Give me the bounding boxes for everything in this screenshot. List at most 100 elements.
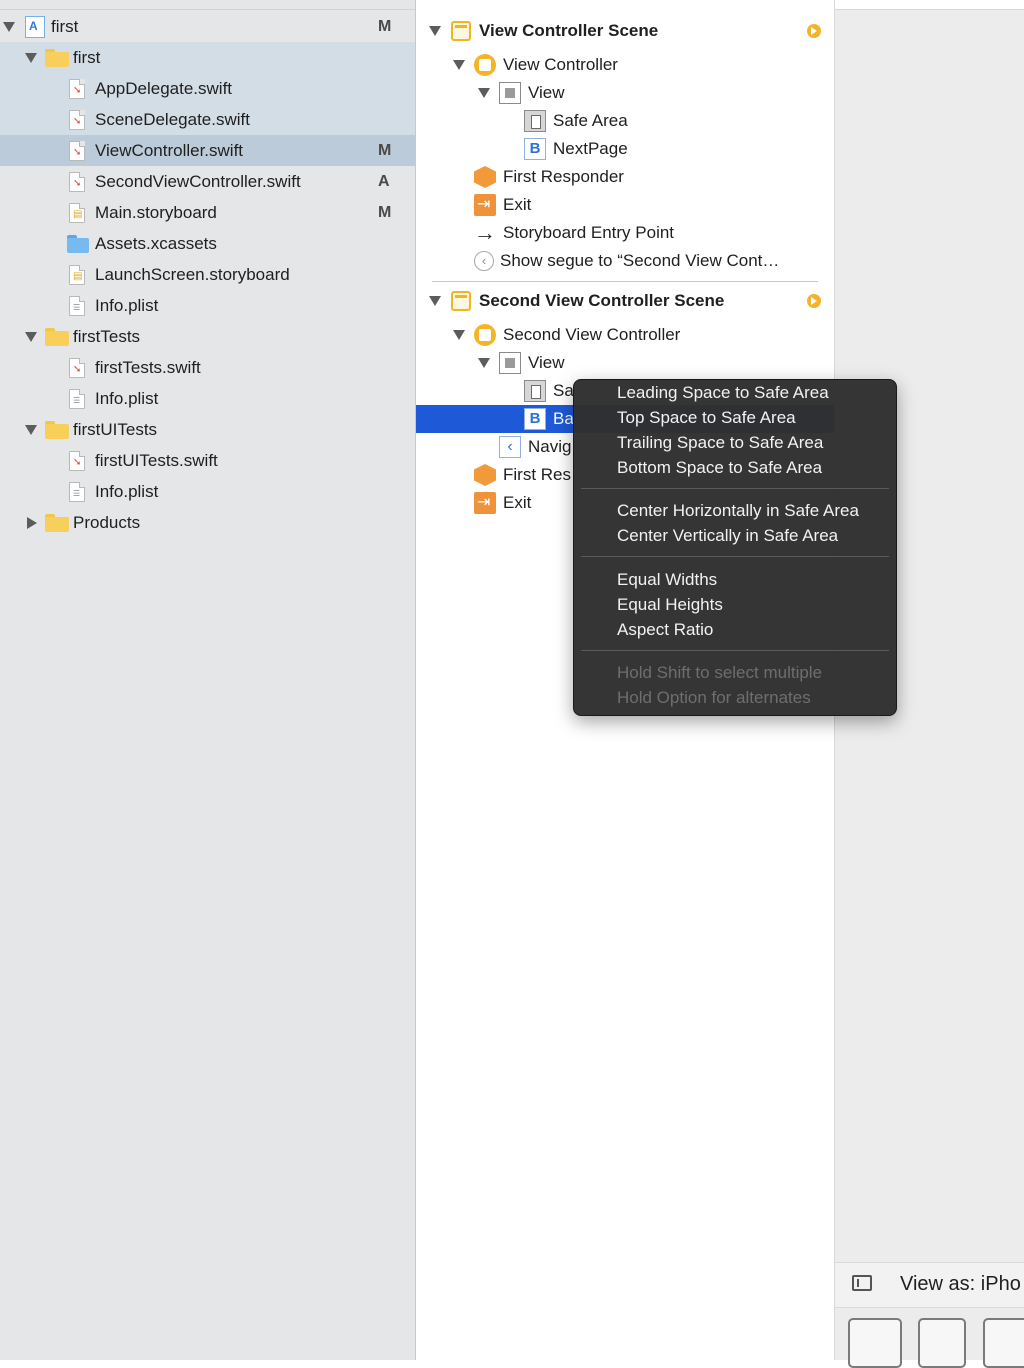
disclosure-open-icon[interactable]	[453, 330, 465, 340]
navigator-item-file[interactable]: ☰ Info.plist	[0, 290, 415, 321]
disclosure-open-icon[interactable]	[3, 21, 15, 32]
navigator-item-file[interactable]: Assets.xcassets	[0, 228, 415, 259]
navigator-item-label: Info.plist	[95, 295, 159, 315]
canvas-top-divider	[835, 9, 1024, 10]
outline-item-first-responder[interactable]: First Responder	[416, 163, 834, 191]
exit-icon	[474, 492, 496, 514]
first-responder-icon	[474, 464, 496, 486]
scene-go-arrow-icon[interactable]	[807, 24, 821, 38]
menu-item-equal-widths[interactable]: Equal Widths	[617, 570, 717, 590]
navigator-item-project[interactable]: first M	[0, 11, 415, 42]
button-icon: B	[524, 138, 546, 160]
scene-title: View Controller Scene	[479, 21, 659, 40]
menu-hint-option: Hold Option for alternates	[617, 688, 811, 707]
menu-item-equal-heights[interactable]: Equal Heights	[617, 595, 723, 615]
disclosure-open-icon[interactable]	[25, 424, 37, 435]
safe-area-icon	[524, 380, 546, 402]
storyboard-file-icon: ▤	[69, 202, 85, 223]
first-responder-icon	[474, 166, 496, 188]
disclosure-open-icon[interactable]	[453, 60, 465, 70]
navigator-item-file[interactable]: ▤ Main.storyboard M	[0, 197, 415, 228]
outline-item-view[interactable]: View	[416, 349, 834, 377]
view-controller-icon	[474, 54, 496, 76]
menu-item-center-horizontally[interactable]: Center Horizontally in Safe Area	[617, 501, 859, 521]
navigator-item-label: Products	[73, 512, 141, 532]
storyboard-file-icon: ▤	[69, 264, 85, 285]
navigator-item-file[interactable]: ▤ LaunchScreen.storyboard	[0, 259, 415, 290]
outline-item-view[interactable]: View	[416, 79, 834, 107]
outline-item-button[interactable]: B NextPage	[416, 135, 834, 163]
navigator-item-folder-first[interactable]: first	[0, 42, 415, 73]
navigator-item-label: SecondViewController.swift	[95, 171, 301, 191]
navigator-item-label: Main.storyboard	[95, 202, 217, 222]
scene-title: Second View Controller Scene	[479, 291, 725, 310]
menu-item-center-vertically[interactable]: Center Vertically in Safe Area	[617, 526, 838, 546]
outline-item-label: View	[528, 353, 565, 372]
sidebar-toggle-icon[interactable]	[852, 1275, 872, 1291]
menu-item-trailing-space[interactable]: Trailing Space to Safe Area	[617, 433, 823, 453]
outline-item-safe-area[interactable]: Safe Area	[416, 107, 834, 135]
disclosure-open-icon[interactable]	[429, 26, 441, 36]
plist-file-icon: ☰	[69, 388, 85, 409]
navigator-item-folder-products[interactable]: Products	[0, 507, 415, 538]
scene-go-arrow-icon[interactable]	[807, 294, 821, 308]
menu-item-aspect-ratio[interactable]: Aspect Ratio	[617, 620, 713, 640]
device-option-button[interactable]	[983, 1318, 1024, 1368]
folder-icon	[45, 48, 69, 67]
scm-status-badge: M	[378, 141, 392, 159]
navigator-item-label: Info.plist	[95, 388, 159, 408]
navigator-item-file[interactable]: ➘ AppDelegate.swift	[0, 73, 415, 104]
outline-item-view-controller[interactable]: Second View Controller	[416, 321, 834, 349]
outline-scene-view-controller[interactable]: View Controller Scene	[416, 17, 834, 45]
scm-status-badge: M	[378, 17, 392, 35]
disclosure-open-icon[interactable]	[478, 358, 490, 368]
navigator-item-file[interactable]: ➘ firstUITests.swift	[0, 445, 415, 476]
outline-item-label: Show segue to “Second View Cont…	[500, 251, 780, 270]
outline-scene-second-view-controller[interactable]: Second View Controller Scene	[416, 287, 834, 315]
project-navigator: first M first ➘ AppDelegate.swift ➘ Scen…	[0, 0, 416, 1360]
device-option-button[interactable]	[848, 1318, 902, 1368]
view-icon	[499, 82, 521, 104]
plist-file-icon: ☰	[69, 481, 85, 502]
outline-item-segue[interactable]: ‹ Show segue to “Second View Cont…	[416, 247, 834, 275]
navigator-item-file[interactable]: ☰ Info.plist	[0, 383, 415, 414]
disclosure-open-icon[interactable]	[25, 331, 37, 342]
arrow-right-icon: →	[474, 220, 496, 245]
exit-icon	[474, 194, 496, 216]
canvas-bottom-bar: View as: iPho	[835, 1262, 1024, 1308]
outline-item-label: First Responder	[503, 167, 624, 186]
outline-item-view-controller[interactable]: View Controller	[416, 51, 834, 79]
disclosure-open-icon[interactable]	[25, 52, 37, 63]
navigator-item-file-selected[interactable]: ➘ ViewController.swift M	[0, 135, 415, 166]
view-as-label[interactable]: View as: iPho	[900, 1273, 1021, 1296]
navigator-item-folder-firstuitests[interactable]: firstUITests	[0, 414, 415, 445]
navigator-item-file[interactable]: ➘ SecondViewController.swift A	[0, 166, 415, 197]
constraint-context-menu: Leading Space to Safe Area Top Space to …	[573, 379, 897, 716]
outline-item-label: NextPage	[553, 139, 628, 158]
outline-item-exit[interactable]: Exit	[416, 191, 834, 219]
outline-item-label: Sa	[553, 381, 574, 400]
folder-icon	[45, 513, 69, 532]
xcode-project-icon	[25, 15, 45, 38]
swift-file-icon: ➘	[69, 109, 85, 130]
disclosure-open-icon[interactable]	[429, 296, 441, 306]
menu-item-bottom-space[interactable]: Bottom Space to Safe Area	[617, 458, 822, 478]
scm-status-badge: M	[378, 203, 392, 221]
navigator-item-file[interactable]: ➘ SceneDelegate.swift	[0, 104, 415, 135]
disclosure-closed-icon[interactable]	[27, 516, 37, 529]
navigator-item-label: Info.plist	[95, 481, 159, 501]
navigator-item-label: Assets.xcassets	[95, 233, 217, 253]
outline-item-label: Ba	[553, 409, 574, 428]
outline-item-label: Navig	[528, 437, 572, 456]
navigator-item-folder-firsttests[interactable]: firstTests	[0, 321, 415, 352]
device-option-button[interactable]	[918, 1318, 966, 1368]
swift-file-icon: ➘	[69, 171, 85, 192]
menu-item-top-space[interactable]: Top Space to Safe Area	[617, 408, 796, 428]
outline-item-entry-point[interactable]: → Storyboard Entry Point	[416, 219, 834, 247]
disclosure-open-icon[interactable]	[478, 88, 490, 98]
navigator-item-label: firstTests	[73, 326, 141, 346]
menu-item-leading-space[interactable]: Leading Space to Safe Area	[617, 383, 829, 403]
navigator-item-file[interactable]: ☰ Info.plist	[0, 476, 415, 507]
folder-icon	[45, 420, 69, 439]
navigator-item-file[interactable]: ➘ firstTests.swift	[0, 352, 415, 383]
